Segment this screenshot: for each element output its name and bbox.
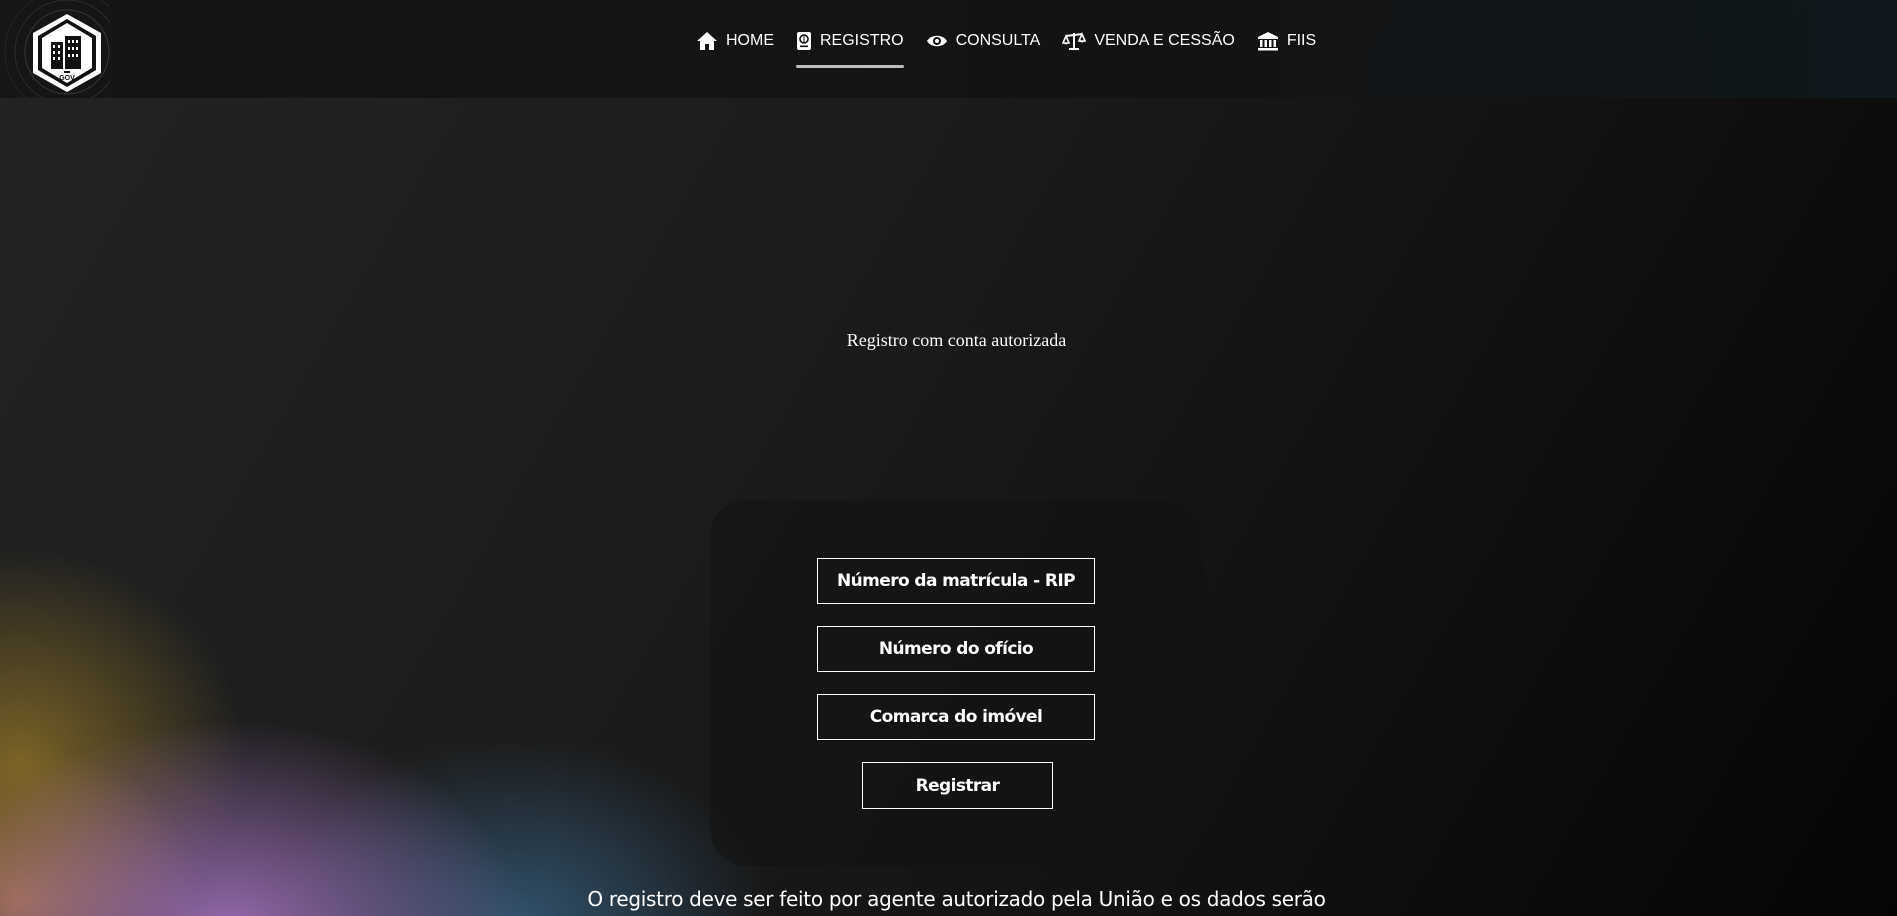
eye-icon <box>926 35 947 47</box>
register-button[interactable]: Registrar <box>862 762 1053 809</box>
top-navbar: GOV HOME REGISTRO CONSULTA VENDA E CESSÃ… <box>0 0 1897 98</box>
nav-consulta-label: CONSULTA <box>955 32 1041 49</box>
scale-icon <box>1062 31 1087 50</box>
rip-number-input[interactable] <box>817 558 1095 604</box>
nav-fiis-label: FIIS <box>1286 32 1317 49</box>
oficio-number-input[interactable] <box>817 626 1095 672</box>
passport-icon <box>797 32 811 50</box>
nav-venda-cessao[interactable]: VENDA E CESSÃO <box>1062 28 1235 54</box>
home-icon <box>697 32 717 50</box>
bank-icon <box>1257 32 1278 51</box>
nav-home[interactable]: HOME <box>696 28 774 54</box>
svg-text:GOV: GOV <box>59 75 75 82</box>
nav-home-label: HOME <box>726 32 774 49</box>
nav-fiis[interactable]: FIIS <box>1257 28 1316 54</box>
page-subtitle: Registro com conta autorizada <box>846 330 1067 350</box>
nav-venda-cessao-label: VENDA E CESSÃO <box>1094 32 1235 49</box>
gov-logo[interactable]: GOV <box>30 12 104 94</box>
main-nav: HOME REGISTRO CONSULTA VENDA E CESSÃO FI… <box>696 28 1316 68</box>
registration-notice: O registro deve ser feito por agente aut… <box>587 887 1326 911</box>
registration-form-card <box>710 500 1204 866</box>
nav-registro-label: REGISTRO <box>820 32 904 49</box>
comarca-input[interactable] <box>817 694 1095 740</box>
building-logo-icon: GOV <box>33 14 101 92</box>
page: GOV HOME REGISTRO CONSULTA VENDA E CESSÃ… <box>0 0 1897 916</box>
nav-consulta[interactable]: CONSULTA <box>926 28 1041 54</box>
nav-registro[interactable]: REGISTRO <box>796 28 904 68</box>
